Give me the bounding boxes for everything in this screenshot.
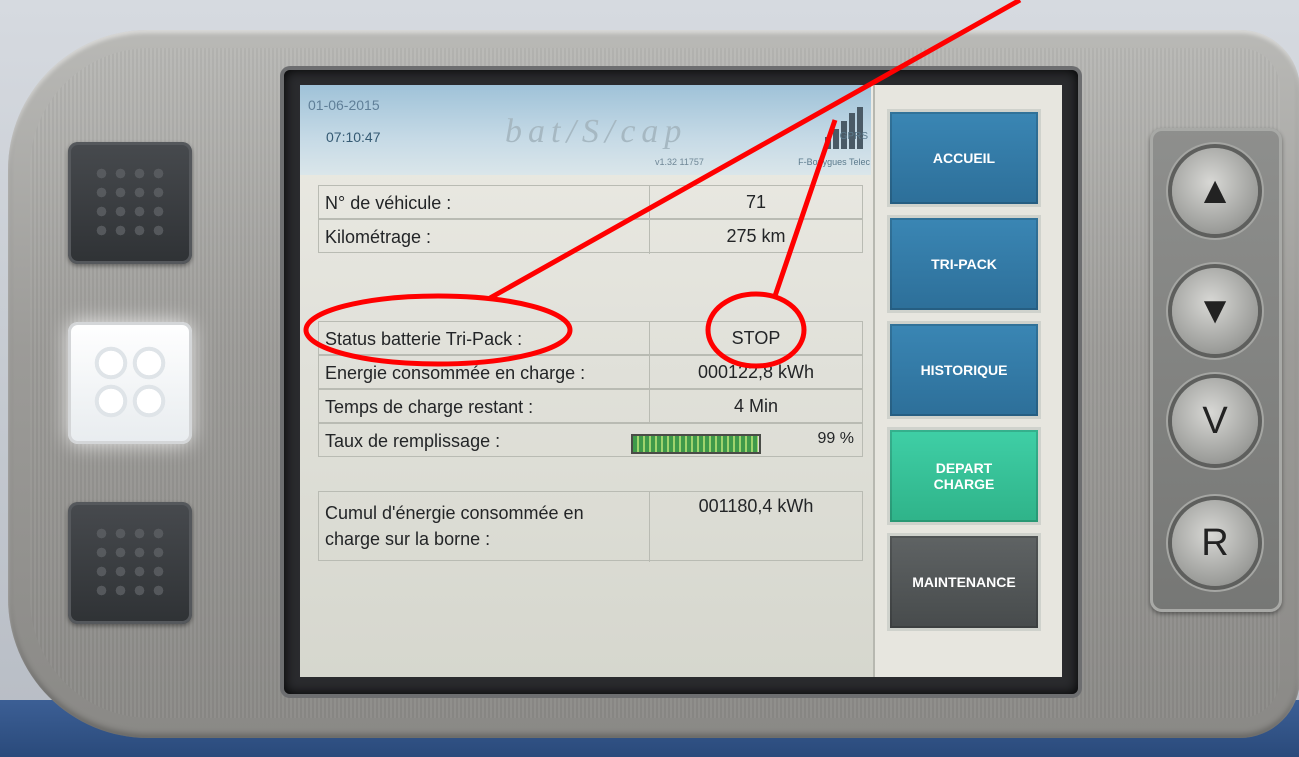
annotation-circle-stop-value [705,291,807,369]
annotation-pointer-line [772,119,838,297]
annotation-circle-status-label [303,293,573,367]
annotation-arrow-line [488,0,1022,301]
annotation-overlay [303,0,1022,369]
